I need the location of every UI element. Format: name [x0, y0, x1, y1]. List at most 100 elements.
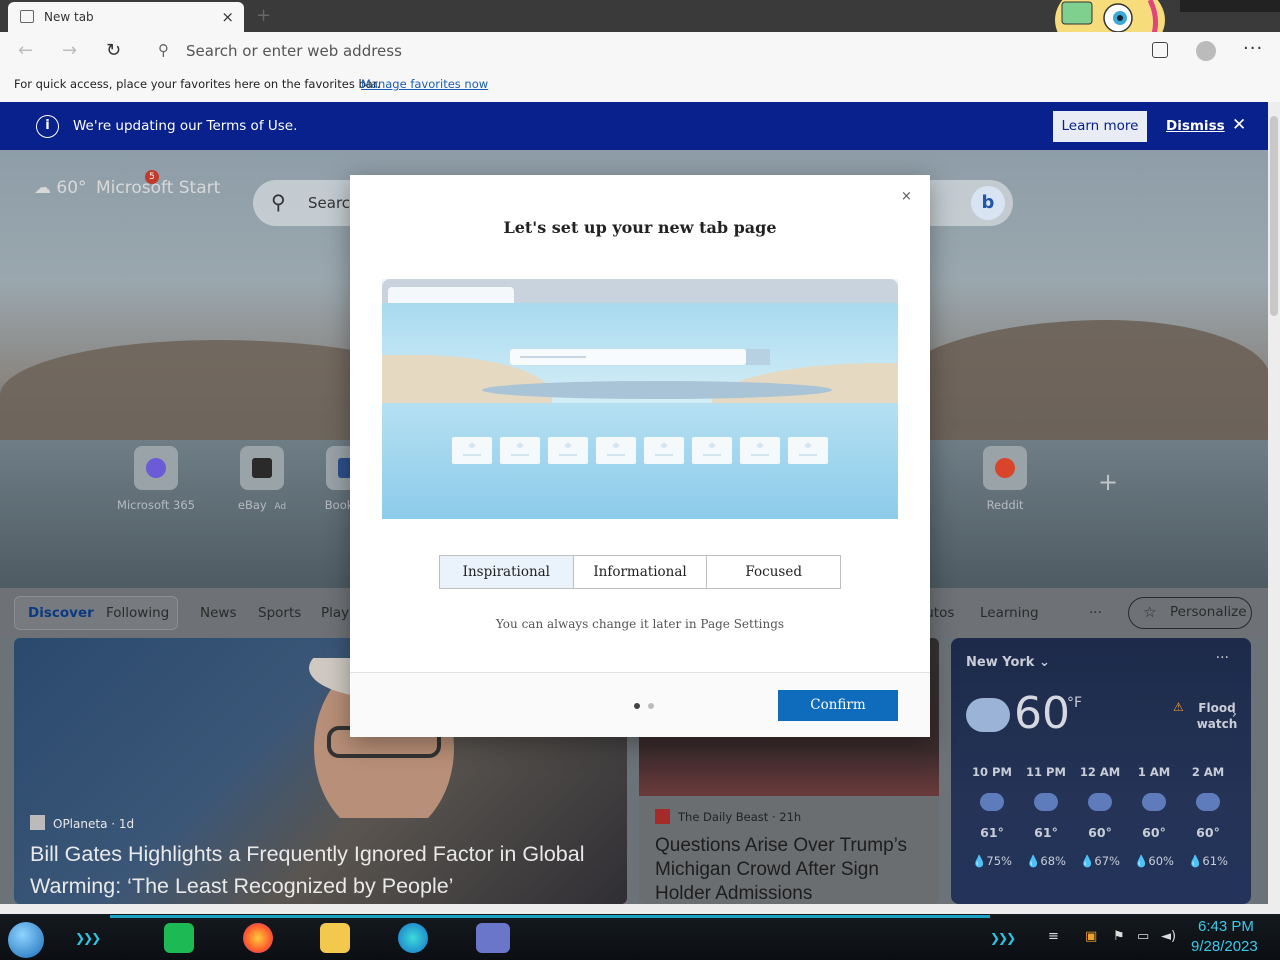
taskbar-decoration-left: ❯❯❯ [75, 931, 101, 945]
tab-learning[interactable]: Learning [980, 605, 1039, 621]
profile-avatar[interactable] [1196, 41, 1216, 61]
refresh-button[interactable]: ↻ [106, 40, 121, 61]
tab-close-button[interactable]: × [221, 8, 234, 26]
new-tab-button[interactable]: + [256, 5, 271, 26]
start-button[interactable] [8, 922, 44, 958]
setup-dialog: × Let's set up your new tab page Inspira… [350, 175, 930, 737]
notice-text: We're updating our Terms of Use. [73, 118, 298, 134]
tab-news[interactable]: News [200, 605, 236, 621]
reddit-icon [983, 446, 1027, 490]
forecast-temp: 60° [1088, 825, 1112, 840]
favorites-bar: For quick access, place your favorites h… [0, 70, 1280, 102]
notification-badge[interactable]: 5 [145, 170, 159, 184]
weather-more-button[interactable]: ··· [1216, 650, 1229, 666]
window-controls-strip [1180, 0, 1280, 12]
flag-icon[interactable]: ⚑ [1113, 929, 1125, 944]
hourly-forecast: 10 PM 61° 💧75% [967, 765, 1017, 868]
personalize-button[interactable]: ☆ Personalize [1128, 597, 1252, 629]
search-icon: ⚲ [271, 190, 286, 214]
volume-icon[interactable]: ◄) [1161, 929, 1176, 944]
forecast-precip: 💧68% [1026, 854, 1066, 868]
reddit-logo-shape [995, 458, 1015, 478]
weather-card[interactable]: New York ⌄ ··· 60 °F ⚠ Flood watch › 10 … [951, 638, 1251, 904]
preview-quick-link [500, 437, 540, 464]
dismiss-link[interactable]: Dismiss [1166, 118, 1225, 134]
card-source: OPlaneta · 1d [30, 815, 134, 831]
chevron-right-icon[interactable]: › [1232, 707, 1237, 722]
taskbar: ❯❯❯ ❯❯❯ ≡ ▣ ⚑ ▭ ◄) 6:43 PM 9/28/2023 [0, 914, 1280, 960]
horizontal-scrollbar[interactable] [0, 904, 1280, 914]
bing-chat-icon[interactable]: b [971, 186, 1005, 220]
rain-icon [1088, 793, 1112, 811]
dialog-hint: You can always change it later in Page S… [495, 617, 785, 631]
hourly-forecast: 1 AM 60° 💧60% [1129, 765, 1179, 868]
taskbar-decoration-right: ❯❯❯ [990, 931, 1016, 945]
confirm-button[interactable]: Confirm [778, 690, 898, 721]
ad-label: Ad [274, 502, 287, 512]
add-quick-link-button[interactable]: + [1098, 468, 1118, 496]
layout-preview-image [382, 279, 898, 519]
microsoft-start-logo[interactable]: Microsoft Start [96, 178, 220, 198]
preview-search-placeholder-line [520, 356, 586, 358]
network-icon[interactable]: ▭ [1137, 929, 1149, 944]
card-headline[interactable]: Bill Gates Highlights a Frequently Ignor… [30, 838, 610, 902]
feed-more-button[interactable]: ··· [1089, 605, 1102, 621]
quick-link-reddit[interactable]: Reddit [960, 446, 1050, 512]
preview-search-bar [510, 349, 746, 365]
personalize-label: Personalize [1170, 604, 1247, 620]
vertical-scrollbar[interactable] [1268, 102, 1280, 904]
microsoft-365-logo-shape [146, 458, 166, 478]
search-icon: ⚲ [158, 41, 169, 59]
edge-icon[interactable] [398, 923, 428, 953]
manage-favorites-link[interactable]: Manage favorites now [361, 77, 488, 91]
hill-right [880, 320, 1268, 460]
forecast-precip-value: 60% [1148, 854, 1174, 868]
app-window-icon[interactable] [476, 923, 510, 953]
tray-app-icon[interactable]: ▣ [1085, 929, 1097, 944]
quick-link-microsoft-365[interactable]: Microsoft 365 [111, 446, 201, 512]
weather-temp-top[interactable]: ☁ 60° [34, 178, 87, 198]
option-informational[interactable]: Informational [574, 556, 708, 588]
quick-link-label: eBay [237, 498, 267, 512]
notice-close-icon[interactable]: ✕ [1232, 115, 1246, 135]
weather-alert[interactable]: Flood watch [1187, 700, 1247, 732]
hourly-forecast: 11 PM 61° 💧68% [1021, 765, 1071, 868]
weather-location[interactable]: New York ⌄ [966, 655, 1050, 670]
preview-quick-link [452, 437, 492, 464]
clock-time[interactable]: 6:43 PM [1198, 918, 1254, 935]
option-inspirational[interactable]: Inspirational [440, 556, 574, 588]
tab-play[interactable]: Play [321, 605, 349, 621]
dialog-close-button[interactable]: × [901, 189, 912, 204]
sparkle-icon: ☆ [1143, 603, 1157, 621]
firefox-icon[interactable] [243, 923, 273, 953]
card-source-text: OPlaneta · 1d [53, 817, 135, 831]
tab-sports[interactable]: Sports [258, 605, 301, 621]
forecast-precip-value: 67% [1094, 854, 1120, 868]
quick-link-ebay[interactable]: eBay Ad [217, 446, 307, 512]
forecast-precip: 💧75% [972, 854, 1012, 868]
tab-discover[interactable]: Discover [28, 605, 94, 621]
forecast-temp: 61° [1034, 825, 1058, 840]
scrollbar-thumb[interactable] [1270, 116, 1278, 316]
quick-link-label: Reddit [986, 498, 1024, 512]
tab-new-tab[interactable]: New tab × [8, 2, 244, 32]
forward-button[interactable]: → [62, 40, 77, 61]
dialog-title: Let's set up your new tab page [503, 218, 777, 237]
spotify-icon[interactable] [164, 923, 194, 953]
back-button[interactable]: ← [18, 40, 33, 61]
tray-overflow-icon[interactable]: ≡ [1048, 929, 1059, 944]
ebay-logo-shape [252, 458, 272, 478]
address-bar[interactable]: ⚲ [146, 37, 1046, 65]
option-focused[interactable]: Focused [707, 556, 840, 588]
tab-following[interactable]: Following [106, 605, 169, 621]
address-input[interactable] [186, 41, 786, 61]
settings-menu-button[interactable]: ··· [1243, 38, 1263, 59]
clock-date[interactable]: 9/28/2023 [1191, 938, 1258, 955]
microsoft-365-icon [134, 446, 178, 490]
file-explorer-icon[interactable] [320, 923, 350, 953]
card-headline[interactable]: Questions Arise Over Trump’s Michigan Cr… [655, 834, 933, 904]
learn-more-button[interactable]: Learn more [1053, 111, 1147, 142]
collections-icon[interactable] [1152, 42, 1168, 58]
pager-dot [648, 703, 654, 709]
rain-icon [1142, 793, 1166, 811]
